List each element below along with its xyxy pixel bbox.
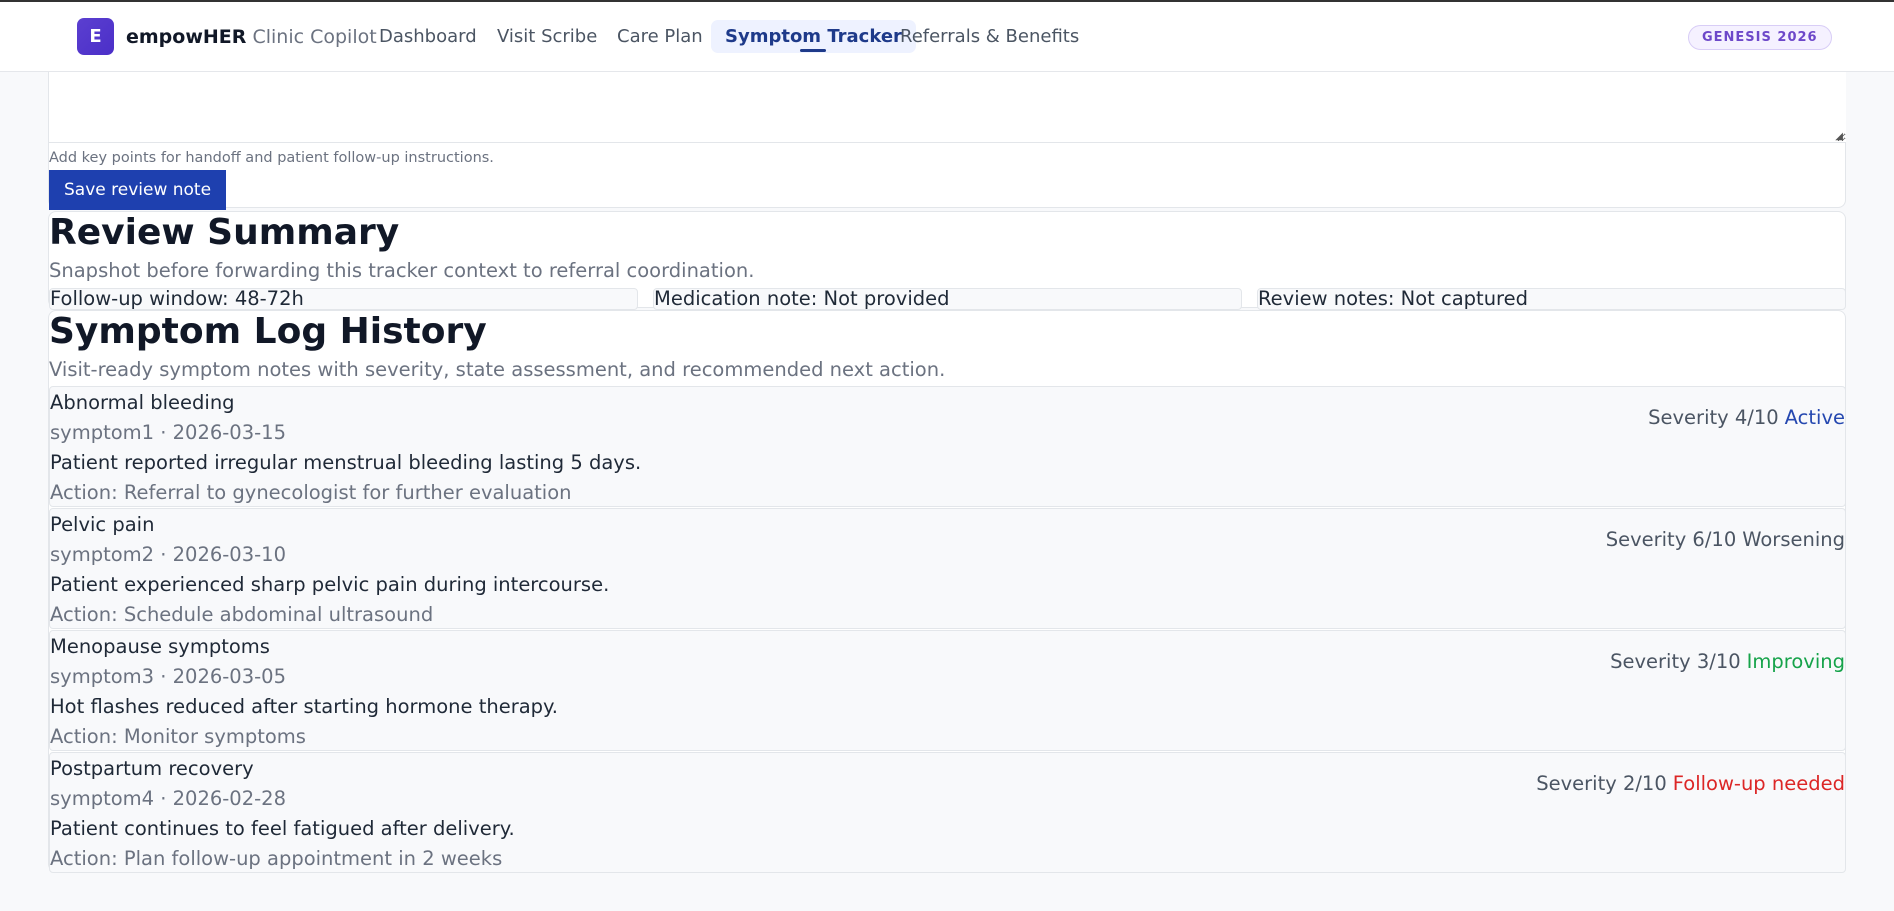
entry-title: Abnormal bleeding: [50, 391, 235, 414]
symptom-log-entry[interactable]: Pelvic pain symptom2 · 2026-03-10 Patien…: [49, 508, 1846, 629]
stat-medication-note: Medication note: Not provided: [653, 288, 1242, 310]
active-tab-indicator: [800, 49, 827, 52]
entry-severity: Severity 4/10: [1648, 406, 1779, 429]
tab-label: Symptom Tracker: [725, 26, 902, 47]
entry-action: Action: Referral to gynecologist for fur…: [50, 481, 572, 504]
brand-name-light: Clinic Copilot: [252, 26, 377, 48]
review-summary-panel: Review Summary Snapshot before forwardin…: [48, 211, 1846, 310]
entry-severity: Severity 6/10: [1605, 528, 1737, 551]
entry-meta: symptom4 · 2026-02-28: [50, 787, 286, 810]
entry-state: Worsening: [1742, 528, 1845, 551]
stat-follow-up-window: Follow-up window: 48-72h: [49, 288, 638, 310]
symptom-log-entry[interactable]: Postpartum recovery symptom4 · 2026-02-2…: [49, 752, 1846, 873]
symptom-log-panel: Symptom Log History Visit-ready symptom …: [48, 310, 1846, 873]
symptom-log-title: Symptom Log History: [49, 311, 487, 352]
event-badge: GENESIS 2026: [1688, 25, 1832, 50]
symptom-log-entry[interactable]: Abnormal bleeding symptom1 · 2026-03-15 …: [49, 386, 1846, 507]
entry-action: Action: Schedule abdominal ultrasound: [50, 603, 434, 626]
entry-description: Patient reported irregular menstrual ble…: [50, 451, 642, 474]
review-summary-subtitle: Snapshot before forwarding this tracker …: [49, 259, 755, 282]
entry-meta: symptom1 · 2026-03-15: [50, 421, 286, 444]
top-navbar: E empowHER Clinic Copilot Dashboard Visi…: [0, 2, 1894, 72]
resize-handle-icon[interactable]: ◢: [1835, 131, 1843, 142]
tab-referrals-benefits[interactable]: Referrals & Benefits: [886, 20, 1093, 53]
tab-label: Visit Scribe: [497, 26, 598, 47]
tab-label: Dashboard: [379, 26, 477, 47]
save-review-note-button[interactable]: Save review note: [49, 170, 227, 210]
review-summary-title: Review Summary: [49, 212, 400, 253]
review-note-helper: Add key points for handoff and patient f…: [49, 150, 494, 166]
entry-state: Active: [1784, 406, 1845, 429]
brand-name[interactable]: empowHER Clinic Copilot: [126, 26, 377, 48]
entry-description: Patient continues to feel fatigued after…: [50, 817, 515, 840]
entry-status: Severity 6/10 Worsening: [1606, 528, 1845, 551]
entry-meta: symptom2 · 2026-03-10: [50, 543, 286, 566]
entry-title: Pelvic pain: [50, 513, 155, 536]
entry-meta: symptom3 · 2026-03-05: [50, 665, 286, 688]
entry-status: Severity 3/10 Improving: [1610, 650, 1845, 673]
tab-care-plan[interactable]: Care Plan: [603, 20, 717, 53]
entry-description: Hot flashes reduced after starting hormo…: [50, 695, 559, 718]
entry-state: Follow-up needed: [1672, 772, 1845, 795]
brand-logo[interactable]: E: [77, 18, 114, 55]
tab-label: Care Plan: [617, 26, 703, 47]
brand-name-bold: empowHER: [126, 26, 247, 48]
entry-status: Severity 2/10 Follow-up needed: [1536, 772, 1845, 795]
symptom-log-entry[interactable]: Menopause symptoms symptom3 · 2026-03-05…: [49, 630, 1846, 751]
stat-review-notes: Review notes: Not captured: [1257, 288, 1846, 310]
entry-action: Action: Monitor symptoms: [50, 725, 306, 748]
tab-label: Referrals & Benefits: [900, 26, 1080, 47]
entry-status: Severity 4/10 Active: [1648, 406, 1845, 429]
review-note-textarea[interactable]: [49, 72, 1846, 143]
entry-action: Action: Plan follow-up appointment in 2 …: [50, 847, 503, 870]
tab-dashboard[interactable]: Dashboard: [365, 20, 491, 53]
review-note-panel: ◢ Add key points for handoff and patient…: [48, 72, 1846, 210]
entry-severity: Severity 3/10: [1610, 650, 1741, 673]
entry-title: Menopause symptoms: [50, 635, 270, 658]
symptom-log-subtitle: Visit-ready symptom notes with severity,…: [49, 358, 946, 381]
entry-title: Postpartum recovery: [50, 757, 254, 780]
entry-description: Patient experienced sharp pelvic pain du…: [50, 573, 610, 596]
entry-state: Improving: [1746, 650, 1845, 673]
entry-severity: Severity 2/10: [1536, 772, 1667, 795]
tab-visit-scribe[interactable]: Visit Scribe: [483, 20, 611, 53]
